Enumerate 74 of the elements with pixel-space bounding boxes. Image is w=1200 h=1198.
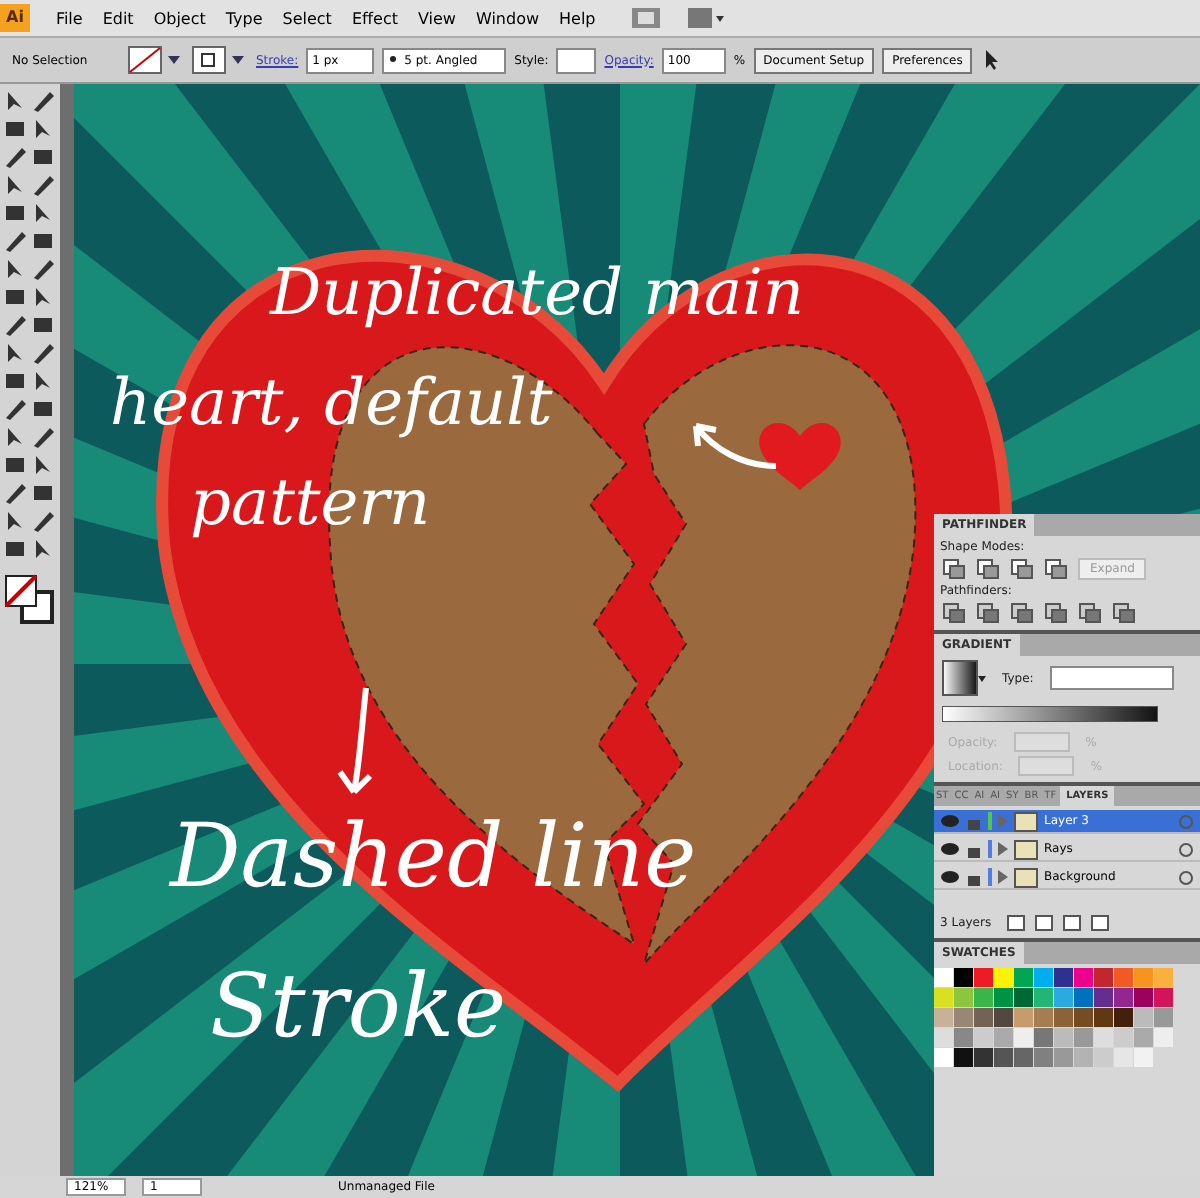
tool-icon[interactable]	[4, 370, 28, 392]
shape-mode-icon[interactable]	[942, 558, 966, 580]
tool-icon[interactable]	[4, 174, 28, 196]
tool-icon[interactable]	[32, 230, 56, 252]
tool-icon[interactable]	[4, 118, 28, 140]
pathfinder-icon[interactable]	[1112, 602, 1136, 624]
tool-icon[interactable]	[4, 510, 28, 532]
tool-icon[interactable]	[4, 482, 28, 504]
tool-icon[interactable]	[4, 258, 28, 280]
pathfinder-icon[interactable]	[1078, 602, 1102, 624]
tool-icon[interactable]	[4, 202, 28, 224]
tool-icon[interactable]	[4, 454, 28, 476]
tool-icon[interactable]	[4, 146, 28, 168]
tool-icon[interactable]	[32, 454, 56, 476]
tool-icon[interactable]	[32, 398, 56, 420]
gradient-preview-icon[interactable]	[942, 660, 986, 696]
shape-mode-icon[interactable]	[1010, 558, 1034, 580]
menu-item[interactable]: Effect	[341, 9, 408, 27]
tool-icon[interactable]	[32, 482, 56, 504]
menu-item[interactable]: File	[45, 9, 93, 27]
layer-action-icon[interactable]	[1005, 914, 1026, 932]
tool-icon[interactable]	[32, 286, 56, 308]
menu-item[interactable]: Object	[143, 9, 216, 27]
tool-icon[interactable]	[4, 90, 28, 112]
pathfinder-icon[interactable]	[1044, 602, 1068, 624]
tool-icon[interactable]	[32, 370, 56, 392]
menu-item[interactable]: Type	[215, 9, 273, 27]
pathfinder-icon[interactable]	[976, 602, 1000, 624]
shape-mode-icon[interactable]	[976, 558, 1000, 580]
shape-mode-icon[interactable]	[1044, 558, 1068, 580]
brush-dot-icon	[388, 53, 399, 63]
tool-icon[interactable]	[32, 426, 56, 448]
tool-icon[interactable]	[32, 146, 56, 168]
layer-action-icon[interactable]	[1061, 914, 1082, 932]
menu-item[interactable]: Window	[465, 9, 550, 27]
tool-icon[interactable]	[32, 202, 56, 224]
style-dropdown[interactable]	[556, 47, 597, 73]
opacity-field[interactable]	[1013, 732, 1070, 752]
handwritten-note: Stroke	[210, 964, 507, 1052]
tool-icon[interactable]	[4, 286, 28, 308]
tool-icon[interactable]	[32, 510, 56, 532]
tool-icon[interactable]	[32, 90, 56, 112]
stroke-swatch-icon[interactable]	[192, 46, 248, 74]
layer-action-icon[interactable]	[1033, 914, 1054, 932]
layer-thumbnail	[1014, 867, 1038, 887]
menu-item[interactable]: Edit	[92, 9, 144, 27]
menu-item[interactable]: View	[407, 9, 466, 27]
layer-action-icon[interactable]	[1089, 914, 1110, 932]
tool-icon[interactable]	[4, 538, 28, 560]
tool-icon[interactable]	[4, 398, 28, 420]
menu-item[interactable]: Help	[549, 9, 606, 27]
location-field[interactable]	[1018, 756, 1075, 776]
tool-icon[interactable]	[32, 538, 56, 560]
tool-icon[interactable]	[32, 174, 56, 196]
tool-icon[interactable]	[4, 342, 28, 364]
tool-icon[interactable]	[32, 118, 56, 140]
tool-icon[interactable]	[4, 314, 28, 336]
target-circle-icon[interactable]	[1178, 841, 1194, 857]
fill-swatch-icon[interactable]	[128, 46, 184, 74]
tool-icon[interactable]	[32, 314, 56, 336]
menu-item[interactable]: Select	[272, 9, 342, 27]
tool-icon[interactable]	[32, 258, 56, 280]
handwritten-note: pattern	[190, 470, 431, 534]
pathfinder-icon[interactable]	[942, 602, 966, 624]
fill-stroke-icon[interactable]	[4, 574, 56, 626]
layer-thumbnail	[1014, 811, 1038, 831]
target-circle-icon[interactable]	[1178, 869, 1194, 885]
layer-thumbnail	[1014, 839, 1038, 859]
pathfinder-icon[interactable]	[1010, 602, 1034, 624]
type-dropdown[interactable]	[1049, 666, 1174, 690]
app-logo: Ai	[0, 4, 30, 32]
tool-icon[interactable]	[4, 426, 28, 448]
tool-icon[interactable]	[32, 342, 56, 364]
tool-icon[interactable]	[4, 230, 28, 252]
